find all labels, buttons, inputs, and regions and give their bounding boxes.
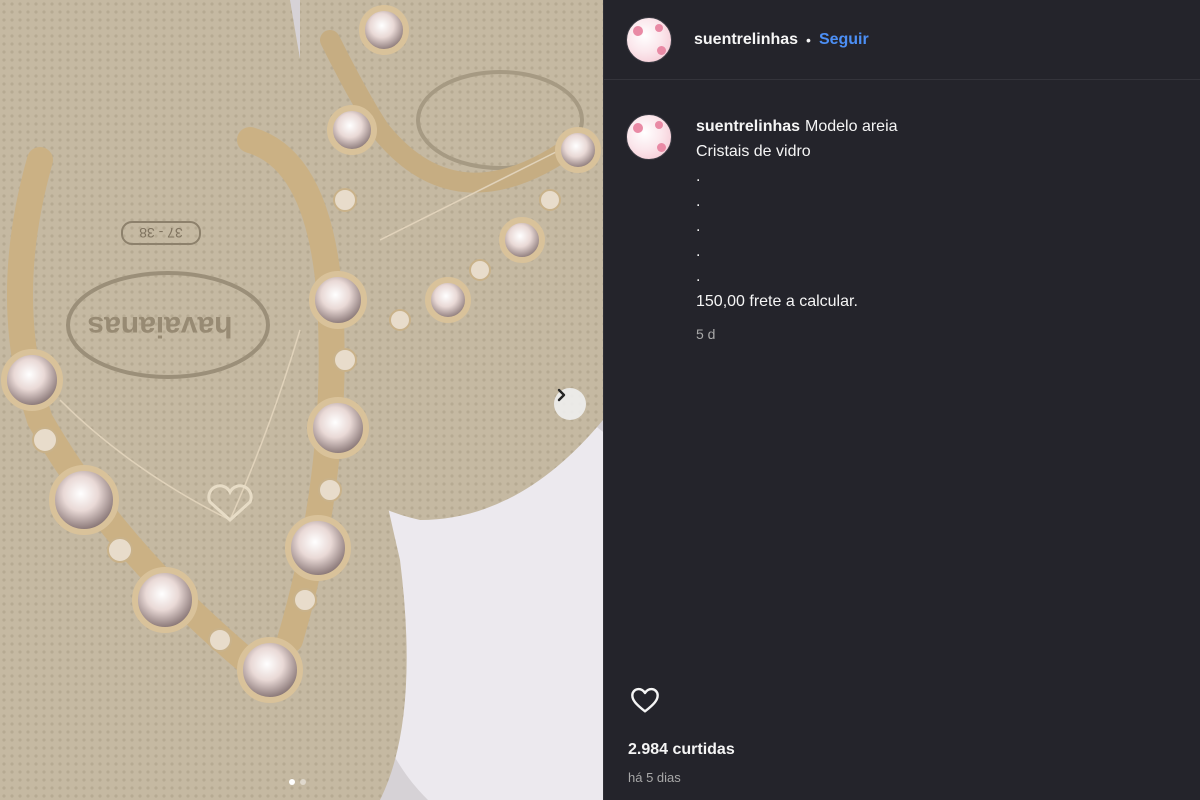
caption-line: . [696, 268, 701, 285]
carousel-indicator [289, 779, 306, 785]
sole-size-text: 37 - 38 [139, 225, 183, 241]
post-header: suentrelinhas • Seguir [604, 0, 1200, 80]
carousel-dot-active [289, 779, 295, 785]
post-dialog: havaianas 37 - 38 suentrelinhas • Seguir… [0, 0, 1200, 800]
header-separator: • [806, 31, 811, 48]
likes-count[interactable]: 2.984 curtidas [628, 741, 735, 759]
caption-body: suentrelinhas Modelo areia Cristais de vi… [696, 114, 898, 347]
follow-button[interactable]: Seguir [819, 31, 869, 49]
caption-line: . [696, 168, 701, 185]
like-button[interactable] [628, 687, 662, 720]
header-username-link[interactable]: suentrelinhas [694, 31, 798, 49]
caption-line: 150,00 frete a calcular. [696, 293, 858, 310]
caption: suentrelinhas Modelo areia Cristais de vi… [604, 80, 1200, 347]
heart-outline-icon [631, 687, 659, 713]
caption-line: Modelo areia [805, 118, 898, 135]
carousel-dot [300, 779, 306, 785]
caption-timestamp[interactable]: 5 d [696, 322, 898, 347]
next-media-button[interactable] [554, 388, 586, 420]
sole-brand-text: havaianas [87, 310, 232, 343]
avatar[interactable] [626, 16, 672, 63]
post-actions [628, 684, 662, 721]
chevron-right-icon [557, 388, 566, 402]
caption-line: . [696, 193, 701, 210]
post-media[interactable]: havaianas 37 - 38 [0, 0, 603, 800]
post-date[interactable]: há 5 dias [628, 770, 681, 785]
caption-line: . [696, 218, 701, 235]
post-side-panel: suentrelinhas • Seguir suentrelinhas Mode… [603, 0, 1200, 800]
caption-line: . [696, 243, 701, 260]
caption-username-link[interactable]: suentrelinhas [696, 118, 800, 135]
caption-avatar[interactable] [626, 114, 672, 160]
caption-line: Cristais de vidro [696, 143, 811, 160]
post-photo: havaianas 37 - 38 [0, 0, 603, 800]
